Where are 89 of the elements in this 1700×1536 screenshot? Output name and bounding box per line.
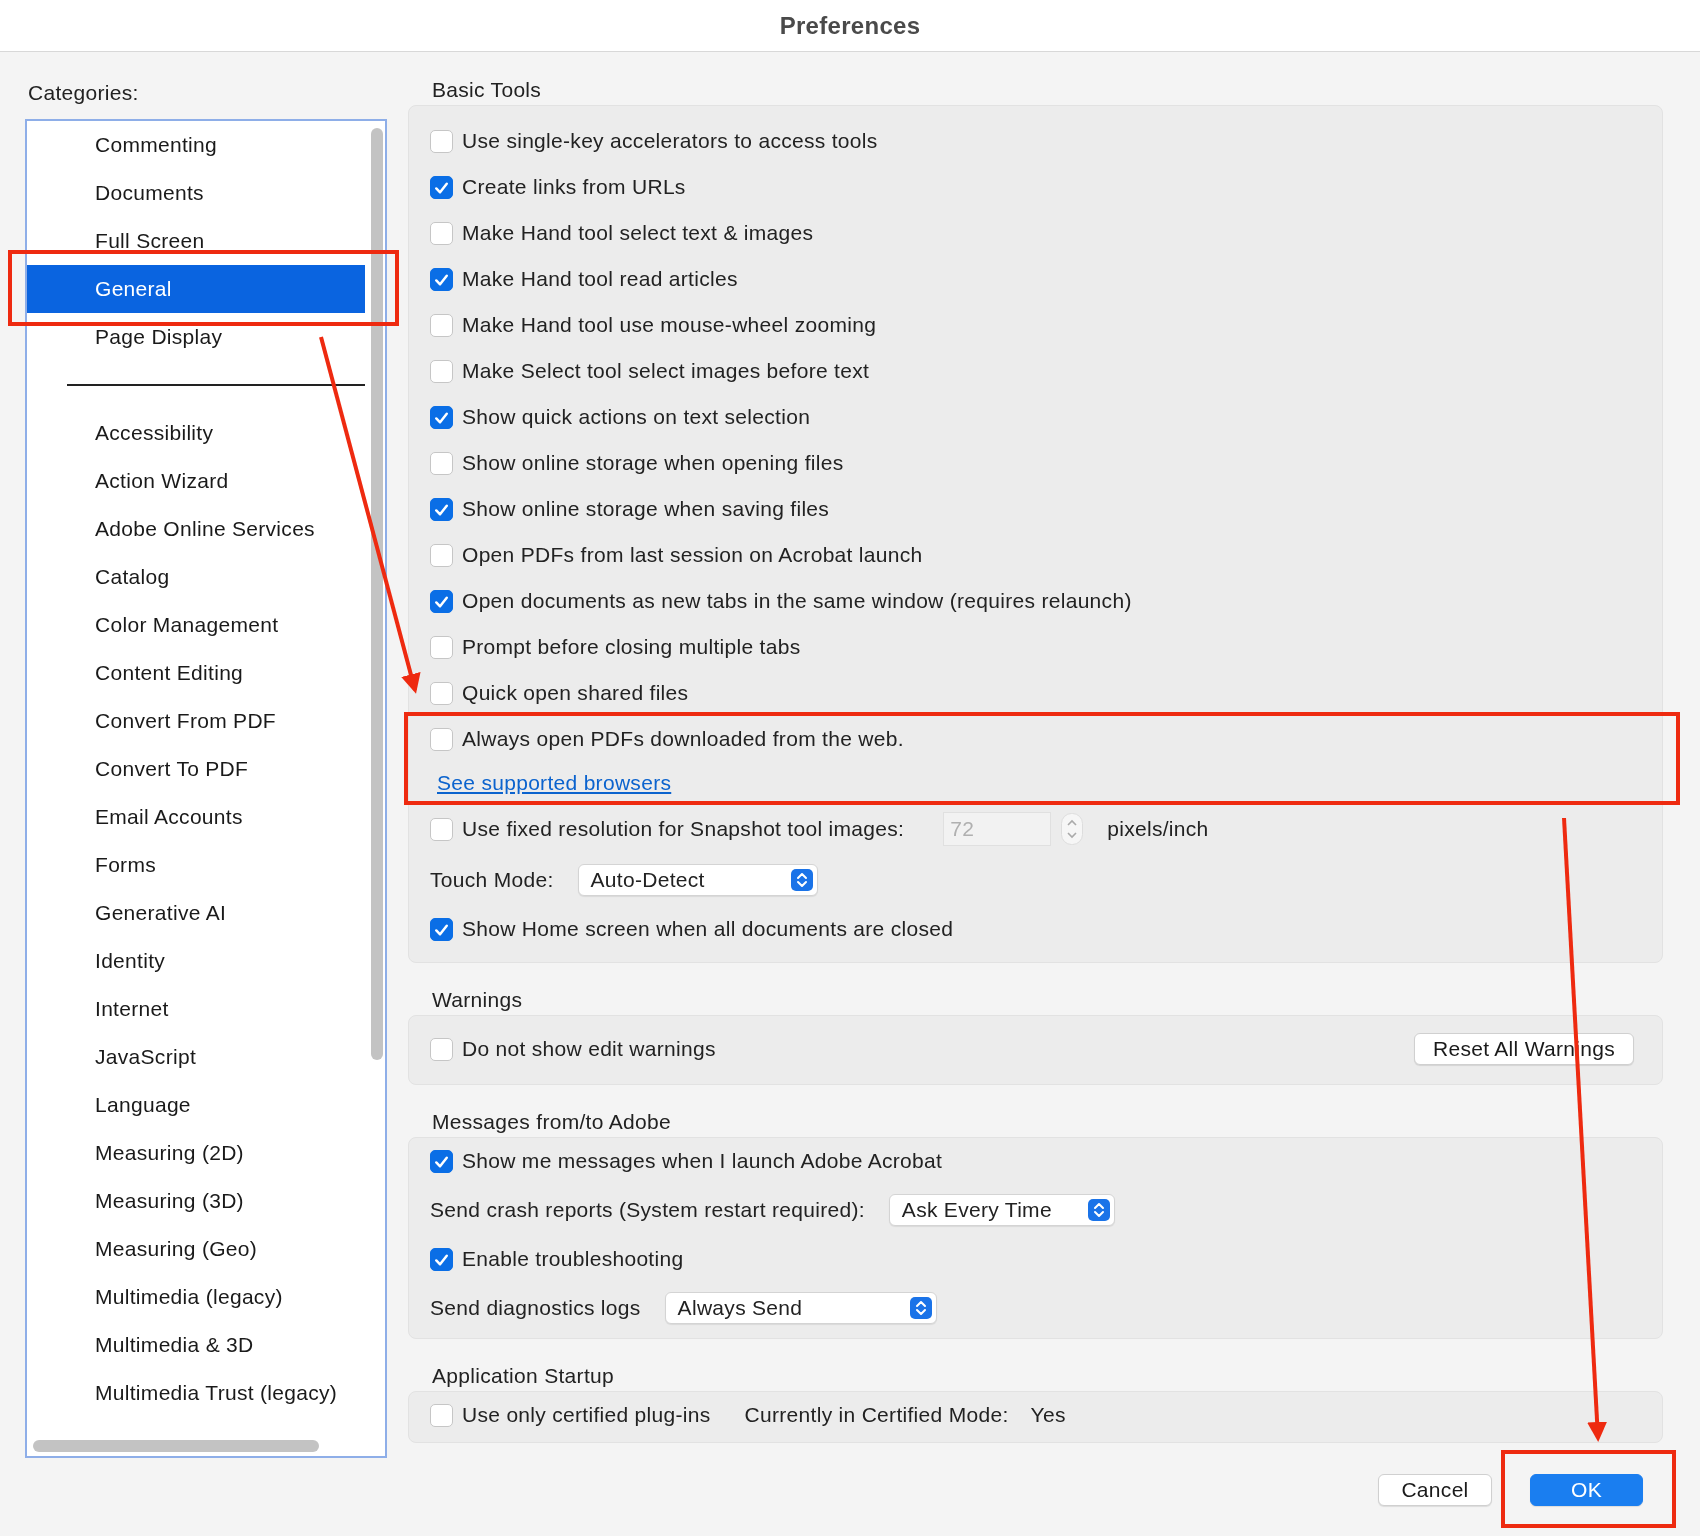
section-title: Messages from/to Adobe [431, 1109, 672, 1135]
checkbox[interactable] [430, 635, 453, 659]
category-item[interactable]: Identity [27, 937, 365, 985]
stepper-icon [790, 869, 813, 891]
checkbox[interactable] [430, 681, 453, 705]
checkbox[interactable] [430, 1149, 453, 1173]
checkbox[interactable] [430, 589, 453, 613]
option-label: Make Hand tool use mouse-wheel zooming [462, 313, 877, 337]
category-item[interactable]: JavaScript [27, 1033, 365, 1081]
option-label: Show quick actions on text selection [462, 405, 811, 429]
link[interactable]: See supported browsers [437, 771, 672, 795]
option-label: Show Home screen when all documents are closed [462, 917, 954, 941]
category-item[interactable]: Measuring (2D) [27, 1129, 365, 1177]
category-item[interactable]: Convert To PDF [27, 745, 365, 793]
checkbox[interactable] [430, 451, 453, 475]
dropdown[interactable]: Always Send [664, 1292, 937, 1324]
checkbox[interactable] [430, 405, 453, 429]
category-item[interactable]: Documents [27, 169, 365, 217]
category-item[interactable]: Measuring (3D) [27, 1177, 365, 1225]
option-label: Use single-key accelerators to access tools [462, 129, 878, 153]
category-item[interactable]: Convert From PDF [27, 697, 365, 745]
category-item[interactable]: Content Editing [27, 649, 365, 697]
category-item[interactable]: Email Accounts [27, 793, 365, 841]
option-label: Show online storage when opening files [462, 451, 844, 475]
unit-label: pixels/inch [1107, 817, 1209, 841]
category-item[interactable]: Generative AI [27, 889, 365, 937]
dropdown[interactable]: Ask Every Time [888, 1194, 1115, 1226]
category-item[interactable]: Page Display [27, 313, 365, 361]
option-label: Show me messages when I launch Adobe Acrobat [462, 1149, 943, 1173]
stepper-icon[interactable] [1061, 813, 1084, 845]
category-item[interactable]: Catalog [27, 553, 365, 601]
option-label: Use fixed resolution for Snapshot tool images: [462, 817, 905, 841]
category-item[interactable]: Multimedia & 3D [27, 1321, 365, 1369]
option-label: Make Hand tool select text & images [462, 221, 814, 245]
checkbox[interactable] [430, 1037, 453, 1061]
category-item[interactable]: Multimedia (legacy) [27, 1273, 365, 1321]
dropdown[interactable]: Auto-Detect [577, 864, 818, 896]
option-label: Show online storage when saving files [462, 497, 830, 521]
status-value: Yes [1030, 1403, 1066, 1427]
checkbox[interactable] [430, 129, 453, 153]
section-title: Application Startup [431, 1363, 615, 1389]
checkbox[interactable] [430, 1403, 453, 1427]
checkbox[interactable] [430, 543, 453, 567]
checkbox[interactable] [430, 221, 453, 245]
option-label: Always open PDFs downloaded from the web. [462, 727, 904, 751]
scrollbar[interactable] [371, 128, 383, 1060]
category-item[interactable]: Action Wizard [27, 457, 365, 505]
scrollbar[interactable] [33, 1440, 319, 1452]
category-item[interactable]: Commenting [27, 121, 365, 169]
option-label: Send diagnostics logs [430, 1296, 641, 1320]
stepper-icon [1087, 1199, 1110, 1221]
option-label: Enable troubleshooting [462, 1247, 684, 1271]
cancel-button[interactable]: Cancel [1378, 1474, 1492, 1506]
option-label: Open documents as new tabs in the same window (requires relaunch) [462, 589, 1132, 613]
category-item[interactable]: Adobe Online Services [27, 505, 365, 553]
checkbox[interactable] [430, 175, 453, 199]
category-item[interactable]: Measuring (Geo) [27, 1225, 365, 1273]
status-label: Currently in Certified Mode: [744, 1403, 1009, 1427]
section-title: Basic Tools [431, 77, 543, 103]
checkbox[interactable] [430, 1247, 453, 1271]
option-label: Open PDFs from last session on Acrobat launch [462, 543, 923, 567]
category-item[interactable]: Full Screen [27, 217, 365, 265]
categories-label: Categories: [28, 80, 140, 106]
option-label: Create links from URLs [462, 175, 686, 199]
option-label: Quick open shared files [462, 681, 689, 705]
option-label: Do not show edit warnings [462, 1037, 716, 1061]
section-title: Warnings [431, 987, 524, 1013]
option-label: Prompt before closing multiple tabs [462, 635, 801, 659]
ok-button[interactable]: OK [1530, 1474, 1643, 1506]
category-item[interactable]: Internet [27, 985, 365, 1033]
checkbox[interactable] [430, 497, 453, 521]
option-label: Send crash reports (System restart required): [430, 1198, 865, 1222]
checkbox[interactable] [430, 917, 453, 941]
stepper-icon [909, 1297, 932, 1319]
checkbox[interactable] [430, 267, 453, 291]
checkbox[interactable] [430, 359, 453, 383]
category-item[interactable]: Accessibility [27, 409, 365, 457]
option-label: Touch Mode: [430, 868, 554, 892]
category-item[interactable]: General [27, 265, 365, 313]
checkbox[interactable] [430, 313, 453, 337]
option-label: Use only certified plug-ins [462, 1403, 711, 1427]
checkbox[interactable] [430, 727, 453, 751]
category-item[interactable]: Color Management [27, 601, 365, 649]
option-label: Make Select tool select images before text [462, 359, 870, 383]
window-title: Preferences [779, 11, 921, 40]
category-item[interactable]: Forms [27, 841, 365, 889]
category-item[interactable]: Language [27, 1081, 365, 1129]
category-item[interactable]: Multimedia Trust (legacy) [27, 1369, 365, 1417]
option-label: Make Hand tool read articles [462, 267, 738, 291]
